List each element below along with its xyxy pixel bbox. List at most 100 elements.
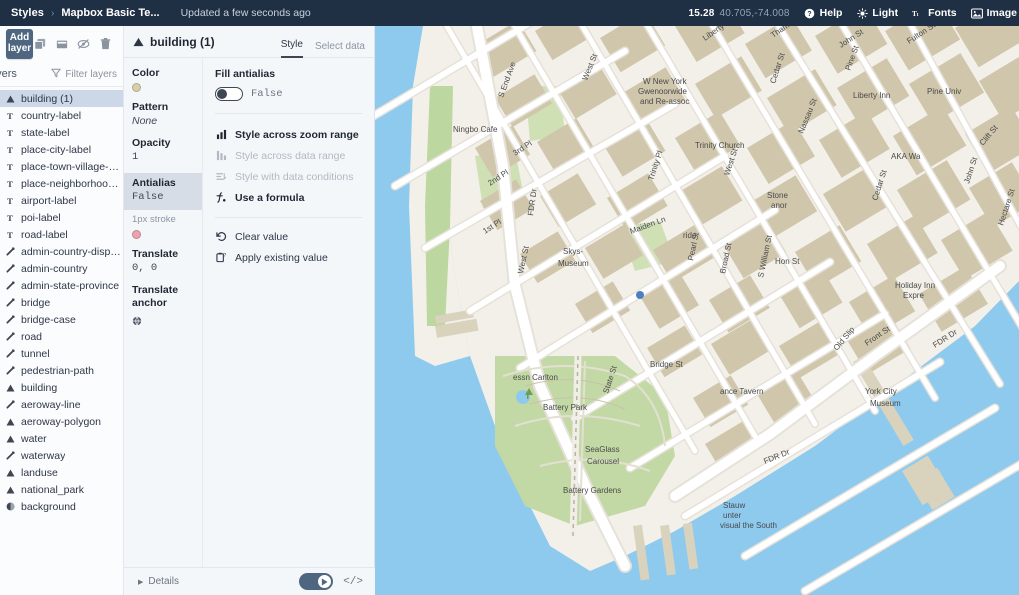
globe-icon[interactable] bbox=[132, 313, 142, 326]
svg-text:?: ? bbox=[808, 10, 812, 17]
line-layer-icon bbox=[6, 298, 15, 307]
layer-list-item[interactable]: background bbox=[0, 498, 123, 515]
delete-icon[interactable] bbox=[99, 38, 112, 51]
filter-layers-label: Filter layers bbox=[65, 68, 117, 80]
styling-menu: Style across zoom range Style across data… bbox=[215, 124, 362, 208]
light-preset-button[interactable]: Light bbox=[856, 7, 898, 19]
breadcrumb-style-name[interactable]: Mapbox Basic Te... bbox=[61, 7, 159, 19]
property-label: Opacity bbox=[132, 137, 171, 149]
layer-list-item[interactable]: road bbox=[0, 328, 123, 345]
rail-line bbox=[569, 355, 582, 537]
add-layer-button[interactable]: Add layer bbox=[6, 29, 33, 59]
images-button[interactable]: Image bbox=[970, 7, 1017, 19]
properties-layer-title: building (1) bbox=[150, 34, 215, 49]
property-item[interactable]: Color bbox=[124, 67, 202, 101]
layer-actions bbox=[33, 38, 117, 51]
map-preview-toggle[interactable] bbox=[299, 573, 334, 590]
layer-name: background bbox=[21, 500, 76, 513]
style-menu-item[interactable]: Use a formula bbox=[215, 187, 362, 208]
value-action-label: Apply existing value bbox=[235, 251, 328, 264]
layer-list-item[interactable]: building (1) bbox=[0, 90, 123, 107]
properties-panel: building (1) Style Select data Color Patt… bbox=[124, 26, 375, 595]
layer-list-item[interactable]: Tstate-label bbox=[0, 124, 123, 141]
updated-status: Updated a few seconds ago bbox=[180, 7, 311, 19]
map-label: Stauw bbox=[723, 501, 745, 510]
group-icon[interactable] bbox=[55, 38, 68, 51]
property-item[interactable]: Antialias False bbox=[124, 173, 202, 210]
value-actions-menu: Clear value? Apply existing value bbox=[215, 226, 362, 268]
code-editor-button[interactable]: </> bbox=[343, 576, 363, 588]
hide-icon[interactable] bbox=[77, 38, 90, 51]
map-label: Stone bbox=[767, 191, 788, 200]
layer-name: waterway bbox=[21, 449, 66, 462]
layer-list-item[interactable]: Troad-label bbox=[0, 226, 123, 243]
layer-list-item[interactable]: aeroway-line bbox=[0, 396, 123, 413]
layer-list-item[interactable]: Tplace-city-label bbox=[0, 141, 123, 158]
svg-text:?: ? bbox=[223, 253, 226, 259]
layer-name: bridge-case bbox=[21, 313, 76, 326]
property-item[interactable]: Opacity 1 bbox=[124, 137, 202, 173]
details-expander[interactable]: ▶ Details bbox=[138, 576, 179, 587]
layer-list-item[interactable]: national_park bbox=[0, 481, 123, 498]
background-layer-icon bbox=[6, 502, 15, 511]
tab-select-data[interactable]: Select data bbox=[315, 41, 365, 58]
layer-list-item[interactable]: aeroway-polygon bbox=[0, 413, 123, 430]
duplicate-icon[interactable] bbox=[33, 38, 46, 51]
tab-style[interactable]: Style bbox=[280, 39, 303, 58]
layer-name: place-neighborhood-sub… bbox=[21, 177, 123, 190]
layer-list-item[interactable]: waterway bbox=[0, 447, 123, 464]
property-label: Color bbox=[132, 67, 160, 79]
fill-antialias-toggle[interactable] bbox=[215, 87, 243, 101]
layer-list-item[interactable]: Tcountry-label bbox=[0, 107, 123, 124]
layer-list-item[interactable]: water bbox=[0, 430, 123, 447]
detail-divider-2 bbox=[215, 217, 362, 218]
layer-list-item[interactable]: admin-country-disputed bbox=[0, 243, 123, 260]
color-swatch[interactable] bbox=[132, 230, 141, 239]
filter-icon bbox=[51, 68, 61, 81]
map-canvas[interactable]: Liberty StThames StJohn StFulton StS End… bbox=[375, 26, 1019, 595]
line-layer-icon bbox=[6, 281, 15, 290]
details-label: Details bbox=[148, 576, 179, 587]
layer-list-item[interactable]: tunnel bbox=[0, 345, 123, 362]
fill-layer-icon bbox=[6, 434, 15, 443]
apply-icon: ? bbox=[215, 252, 227, 263]
layer-list-item[interactable]: Tpoi-label bbox=[0, 209, 123, 226]
layer-name: place-town-village-hamle… bbox=[21, 160, 123, 173]
property-item[interactable]: Translate 0, 0 bbox=[124, 248, 202, 284]
layer-list-item[interactable]: bridge bbox=[0, 294, 123, 311]
svg-text:T: T bbox=[7, 128, 13, 137]
top-bar: Styles › Mapbox Basic Te... Updated a fe… bbox=[0, 0, 1019, 26]
layer-list-item[interactable]: landuse bbox=[0, 464, 123, 481]
layer-name: road bbox=[21, 330, 43, 343]
map-label: AKA Wa bbox=[891, 152, 921, 161]
property-item[interactable]: Translate anchor bbox=[124, 284, 202, 332]
layer-list-item[interactable]: building bbox=[0, 379, 123, 396]
layer-list-item[interactable]: pedestrian-path bbox=[0, 362, 123, 379]
line-layer-icon bbox=[6, 264, 15, 273]
zoom-range-icon bbox=[215, 129, 227, 140]
color-swatch[interactable] bbox=[132, 83, 141, 92]
fill-layer-icon bbox=[133, 36, 144, 47]
map-label: ance Tavern bbox=[720, 387, 763, 396]
filter-layers-button[interactable]: Filter layers bbox=[51, 68, 117, 81]
property-item[interactable]: 1px stroke bbox=[124, 213, 202, 248]
map-label: Carousel bbox=[587, 457, 619, 466]
property-item[interactable]: Pattern None bbox=[124, 101, 202, 137]
value-action-item[interactable]: ? Apply existing value bbox=[215, 247, 362, 268]
layer-list-item[interactable]: Tplace-town-village-hamle… bbox=[0, 158, 124, 175]
value-action-item[interactable]: Clear value bbox=[215, 226, 362, 247]
layer-list-item[interactable]: admin-state-province bbox=[0, 277, 123, 294]
layer-list-item[interactable]: Tairport-label bbox=[0, 192, 123, 209]
breadcrumb-styles-link[interactable]: Styles bbox=[11, 7, 44, 19]
style-menu-item: Style with data conditions bbox=[215, 166, 362, 187]
layer-name: admin-country-disputed bbox=[21, 245, 123, 258]
map-label: Trinity Church bbox=[695, 141, 745, 150]
symbol-layer-icon: T bbox=[6, 162, 15, 171]
layer-list-item[interactable]: Tplace-neighborhood-sub… bbox=[0, 175, 124, 192]
fonts-label: Fonts bbox=[928, 7, 957, 19]
fonts-button[interactable]: Tt Fonts bbox=[912, 7, 957, 19]
layer-list-item[interactable]: bridge-case bbox=[0, 311, 123, 328]
layer-list-item[interactable]: admin-country bbox=[0, 260, 123, 277]
help-button[interactable]: ? Help bbox=[804, 7, 842, 19]
style-menu-item[interactable]: Style across zoom range bbox=[215, 124, 362, 145]
